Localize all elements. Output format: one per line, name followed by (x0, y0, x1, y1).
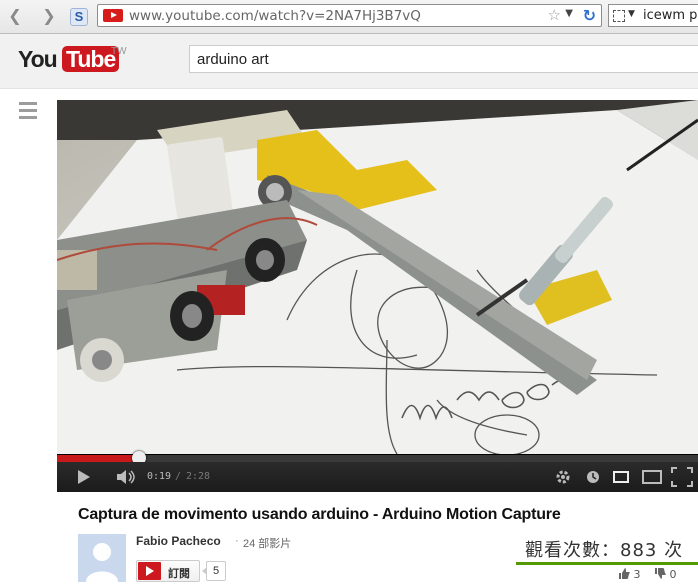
s-extension-button[interactable]: S (70, 8, 88, 26)
video-frame[interactable] (57, 100, 698, 454)
bookmark-star-icon[interactable]: ☆ (548, 6, 561, 24)
like-count: 3 (633, 568, 641, 581)
player-controls: 0:19 / 2:28 (57, 462, 698, 492)
video-count[interactable]: 24 部影片 (243, 535, 291, 551)
guide-menu-icon[interactable] (19, 102, 37, 123)
settings-gear-icon[interactable] (554, 467, 572, 487)
watch-later-icon[interactable] (586, 467, 600, 487)
play-icon[interactable] (77, 467, 91, 487)
subscribe-button[interactable]: 訂閱 (136, 560, 200, 582)
url-bar[interactable]: www.youtube.com/watch?v=2NA7Hj3B7vQ ☆ ▼ … (97, 4, 602, 27)
browser-search-text[interactable]: icewm p (643, 8, 697, 23)
logo-you: You (18, 46, 58, 72)
video-player[interactable]: 0:19 / 2:28 (57, 100, 698, 492)
browser-search-bar[interactable]: ▼ icewm p (608, 4, 698, 27)
video-title: Captura de movimento usando arduino - Ar… (78, 506, 561, 523)
reload-icon[interactable]: ↻ (583, 6, 596, 25)
forward-icon[interactable]: ❯ (38, 6, 60, 26)
like-ratio-bar (516, 562, 698, 565)
thumbs-down-icon (655, 568, 666, 579)
fullscreen-icon[interactable] (671, 467, 693, 487)
video-still-image (57, 100, 698, 454)
volume-icon[interactable] (115, 467, 137, 487)
subscribe-label: 訂閱 (168, 567, 190, 580)
youtube-search-box[interactable] (189, 45, 698, 73)
logo-region: TW (111, 46, 127, 57)
channel-avatar[interactable] (78, 534, 126, 582)
progress-bar[interactable] (57, 451, 698, 465)
youtube-favicon-icon (103, 9, 123, 22)
search-engine-dropdown-icon[interactable]: ▼ (628, 9, 635, 19)
url-dropdown-icon[interactable]: ▼ (565, 8, 573, 19)
back-icon[interactable]: ❮ (4, 6, 26, 26)
browser-toolbar: ❮ ❯ S www.youtube.com/watch?v=2NA7Hj3B7v… (0, 0, 698, 34)
large-player-icon[interactable] (642, 467, 662, 487)
time-duration: 2:28 (186, 471, 211, 482)
youtube-play-icon (138, 562, 161, 580)
dislike-button[interactable]: 0 (655, 568, 677, 581)
channel-separator: · (235, 535, 239, 547)
dislike-count: 0 (669, 568, 677, 581)
channel-name[interactable]: Fabio Pacheco (136, 534, 221, 548)
youtube-header: You Tube TW (0, 34, 698, 89)
thumbs-up-icon (619, 568, 630, 579)
search-engine-icon[interactable] (613, 10, 625, 22)
time-current: 0:19 (147, 471, 172, 482)
url-text[interactable]: www.youtube.com/watch?v=2NA7Hj3B7vQ (129, 8, 421, 24)
view-count: 觀看次數：883 次 (525, 540, 684, 561)
small-player-icon[interactable] (613, 467, 629, 487)
subscriber-count: 5 (202, 561, 226, 581)
like-button[interactable]: 3 (619, 568, 641, 581)
progress-played (57, 455, 140, 462)
youtube-search-input[interactable] (197, 47, 677, 71)
time-separator: / (175, 471, 182, 482)
